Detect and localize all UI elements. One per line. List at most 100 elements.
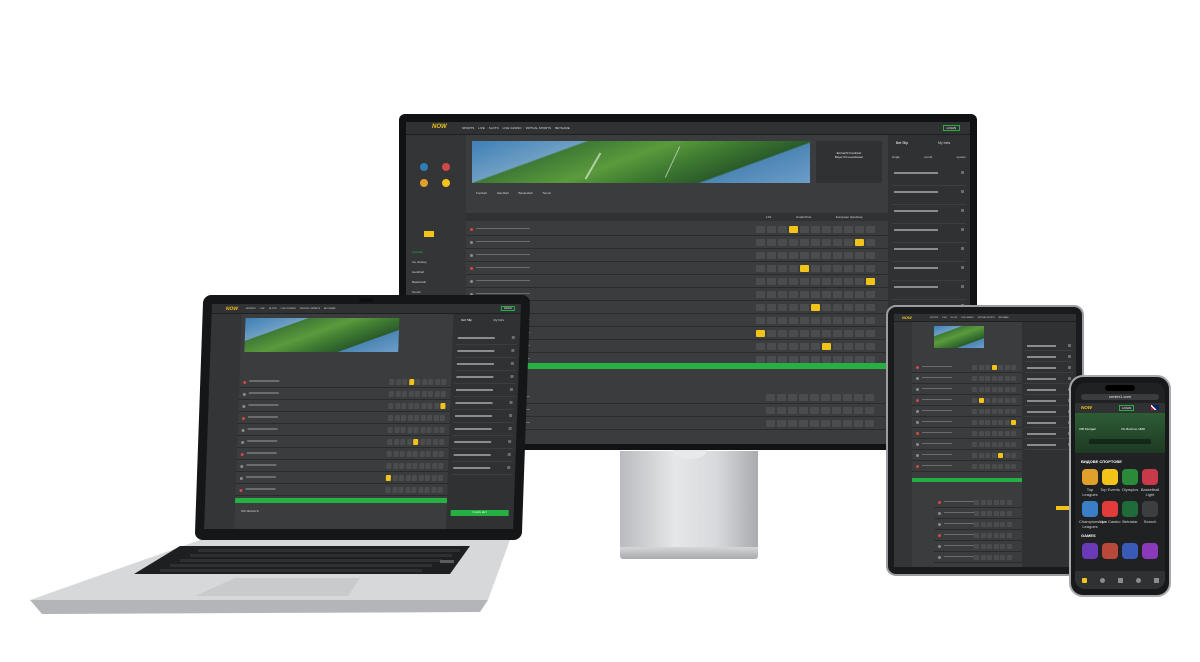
odds-button[interactable] bbox=[789, 278, 798, 285]
odds-button[interactable] bbox=[789, 226, 798, 233]
event-row[interactable] bbox=[236, 436, 450, 448]
odds-button[interactable] bbox=[1006, 554, 1012, 561]
odds-button[interactable] bbox=[978, 386, 984, 393]
odds-button[interactable] bbox=[430, 487, 437, 493]
odds-button[interactable] bbox=[778, 239, 787, 246]
odds-button[interactable] bbox=[987, 510, 992, 517]
remove-icon[interactable] bbox=[961, 190, 964, 193]
odds-button[interactable] bbox=[799, 420, 808, 427]
event-row[interactable] bbox=[239, 376, 452, 388]
laptop-logo[interactable]: NOW bbox=[226, 306, 238, 312]
odds-button[interactable] bbox=[438, 463, 444, 469]
odds-button[interactable] bbox=[385, 487, 391, 493]
odds-button[interactable] bbox=[833, 239, 842, 246]
odds-button[interactable] bbox=[985, 364, 990, 371]
event-row[interactable] bbox=[912, 450, 1022, 461]
odds-button[interactable] bbox=[978, 463, 984, 470]
odds-button[interactable] bbox=[419, 427, 426, 433]
odds-button[interactable] bbox=[778, 304, 787, 311]
odds-button[interactable] bbox=[413, 415, 420, 421]
odds-button[interactable] bbox=[788, 420, 797, 427]
odds-button[interactable] bbox=[431, 463, 437, 469]
remove-icon[interactable] bbox=[507, 466, 511, 469]
odds-button[interactable] bbox=[980, 543, 986, 550]
tab-basketball[interactable]: Basketball bbox=[519, 191, 533, 195]
event-row[interactable] bbox=[466, 391, 888, 404]
odds-button[interactable] bbox=[980, 532, 986, 539]
odds-button[interactable] bbox=[844, 252, 853, 259]
odds-button[interactable] bbox=[778, 317, 787, 324]
odds-button[interactable] bbox=[417, 487, 424, 493]
promo-strip[interactable] bbox=[466, 363, 888, 369]
odds-button[interactable] bbox=[800, 278, 809, 285]
remove-icon[interactable] bbox=[507, 453, 511, 456]
odds-button[interactable] bbox=[425, 463, 431, 469]
odds-button[interactable] bbox=[985, 452, 990, 459]
event-row[interactable] bbox=[466, 417, 888, 430]
odds-button[interactable] bbox=[1011, 430, 1016, 437]
odds-button[interactable] bbox=[1000, 543, 1005, 550]
odds-button[interactable] bbox=[789, 330, 798, 337]
odds-button[interactable] bbox=[393, 451, 399, 457]
sport-item[interactable]: Football bbox=[412, 247, 464, 257]
odds-button[interactable] bbox=[1004, 463, 1010, 470]
odds-button[interactable] bbox=[1004, 430, 1010, 437]
event-row[interactable] bbox=[466, 327, 888, 340]
sidebar-shortcut-icon[interactable] bbox=[442, 179, 450, 187]
odds-button[interactable] bbox=[1006, 510, 1012, 517]
odds-button[interactable] bbox=[844, 317, 853, 324]
odds-button[interactable] bbox=[832, 420, 841, 427]
odds-button[interactable] bbox=[778, 291, 787, 298]
odds-button[interactable] bbox=[833, 278, 842, 285]
odds-button[interactable] bbox=[393, 427, 400, 433]
hero-banner[interactable] bbox=[934, 326, 984, 348]
odds-button[interactable] bbox=[822, 278, 831, 285]
odds-button[interactable] bbox=[393, 439, 399, 445]
odds-button[interactable] bbox=[800, 265, 809, 272]
odds-button[interactable] bbox=[866, 343, 875, 350]
odds-button[interactable] bbox=[788, 407, 797, 414]
odds-button[interactable] bbox=[810, 394, 819, 401]
event-row[interactable] bbox=[934, 552, 1022, 563]
event-row[interactable] bbox=[912, 406, 1022, 417]
odds-button[interactable] bbox=[1004, 408, 1010, 415]
odds-button[interactable] bbox=[789, 265, 798, 272]
event-row[interactable] bbox=[912, 384, 1022, 395]
odds-button[interactable] bbox=[767, 291, 776, 298]
odds-button[interactable] bbox=[811, 291, 820, 298]
odds-button[interactable] bbox=[778, 226, 787, 233]
odds-button[interactable] bbox=[866, 265, 875, 272]
slip-selection[interactable] bbox=[892, 169, 966, 186]
odds-button[interactable] bbox=[987, 521, 992, 528]
nav-virtual-sports[interactable]: VIRTUAL SPORTS bbox=[300, 307, 321, 310]
event-row[interactable] bbox=[466, 340, 888, 353]
odds-button[interactable] bbox=[432, 427, 439, 433]
odds-button[interactable] bbox=[434, 391, 440, 397]
odds-button[interactable] bbox=[777, 420, 786, 427]
slip-selection[interactable] bbox=[1025, 342, 1073, 351]
odds-button[interactable] bbox=[439, 439, 445, 445]
odds-button[interactable] bbox=[866, 226, 875, 233]
odds-button[interactable] bbox=[800, 304, 809, 311]
odds-button[interactable] bbox=[844, 239, 853, 246]
event-row[interactable] bbox=[912, 395, 1022, 406]
odds-button[interactable] bbox=[778, 252, 787, 259]
odds-button[interactable] bbox=[411, 475, 417, 481]
odds-button[interactable] bbox=[855, 226, 864, 233]
odds-button[interactable] bbox=[756, 317, 765, 324]
odds-button[interactable] bbox=[800, 317, 809, 324]
odds-button[interactable] bbox=[425, 451, 431, 457]
odds-button[interactable] bbox=[405, 463, 411, 469]
odds-button[interactable] bbox=[991, 364, 997, 371]
nav-live-casino[interactable]: LIVE CASINO bbox=[503, 126, 522, 130]
odds-button[interactable] bbox=[756, 252, 765, 259]
olympics-icon[interactable] bbox=[1122, 469, 1138, 485]
odds-button[interactable] bbox=[440, 403, 446, 409]
odds-strip[interactable] bbox=[1089, 439, 1151, 444]
odds-button[interactable] bbox=[854, 407, 863, 414]
remove-icon[interactable] bbox=[961, 228, 964, 231]
odds-button[interactable] bbox=[866, 278, 875, 285]
odds-button[interactable] bbox=[972, 419, 977, 426]
slip-selection[interactable] bbox=[450, 464, 513, 475]
odds-button[interactable] bbox=[1000, 499, 1005, 506]
